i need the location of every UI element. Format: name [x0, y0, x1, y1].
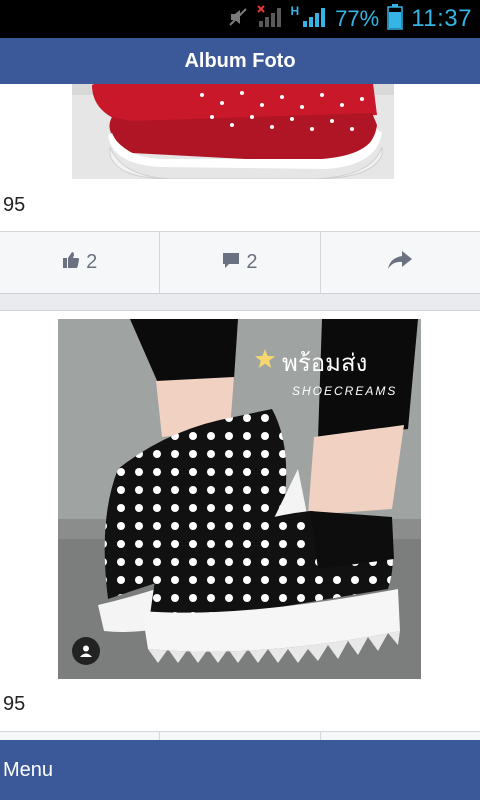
post-photo-polka-dot-shoes[interactable]: พร้อมส่ง SHOECREAMS [58, 319, 421, 679]
signal-icon-sim1 [256, 4, 283, 34]
mute-icon [227, 6, 249, 33]
battery-icon [387, 3, 403, 35]
status-icons: H 77% 11:37 [227, 0, 473, 38]
page-title: Album Foto [184, 49, 296, 72]
watermark: พร้อมส่ง SHOECREAMS [254, 343, 397, 398]
watermark-subtitle: SHOECREAMS [292, 384, 398, 398]
like-button[interactable] [0, 732, 161, 740]
post-action-bar: 2 2 [0, 231, 480, 293]
post-action-bar [0, 731, 480, 740]
photo-post: พร้อมส่ง SHOECREAMS 95 [0, 310, 480, 740]
post-caption: 95 [3, 693, 26, 715]
comment-button[interactable]: 2 [160, 232, 321, 293]
clock: 11:37 [411, 5, 472, 32]
menu-button[interactable]: Menu [0, 740, 480, 800]
battery-percent: 77% [335, 6, 380, 31]
app-bar: Album Foto [0, 38, 480, 84]
signal-icon [301, 5, 327, 34]
share-button[interactable] [321, 232, 480, 293]
album-feed[interactable]: 95 2 2 พร้อมส่ง SHOECREAMS 95 [0, 84, 480, 740]
star-icon [254, 348, 276, 377]
share-button[interactable] [321, 732, 480, 740]
post-photo-red-sneakers[interactable] [72, 84, 394, 179]
comment-count: 2 [246, 251, 258, 273]
status-bar: H 77% 11:37 [0, 0, 480, 38]
watermark-title: พร้อมส่ง [282, 350, 368, 377]
thumbs-up-icon [62, 251, 80, 275]
comment-icon [222, 251, 240, 275]
network-type-label: H [290, 4, 300, 18]
user-icon[interactable] [72, 637, 100, 665]
like-button[interactable]: 2 [0, 232, 161, 293]
menu-label: Menu [3, 758, 54, 781]
photo-post: 95 2 2 [0, 84, 480, 294]
post-caption: 95 [3, 194, 26, 216]
comment-button[interactable] [160, 732, 321, 740]
share-icon [387, 250, 413, 276]
like-count: 2 [86, 251, 98, 273]
